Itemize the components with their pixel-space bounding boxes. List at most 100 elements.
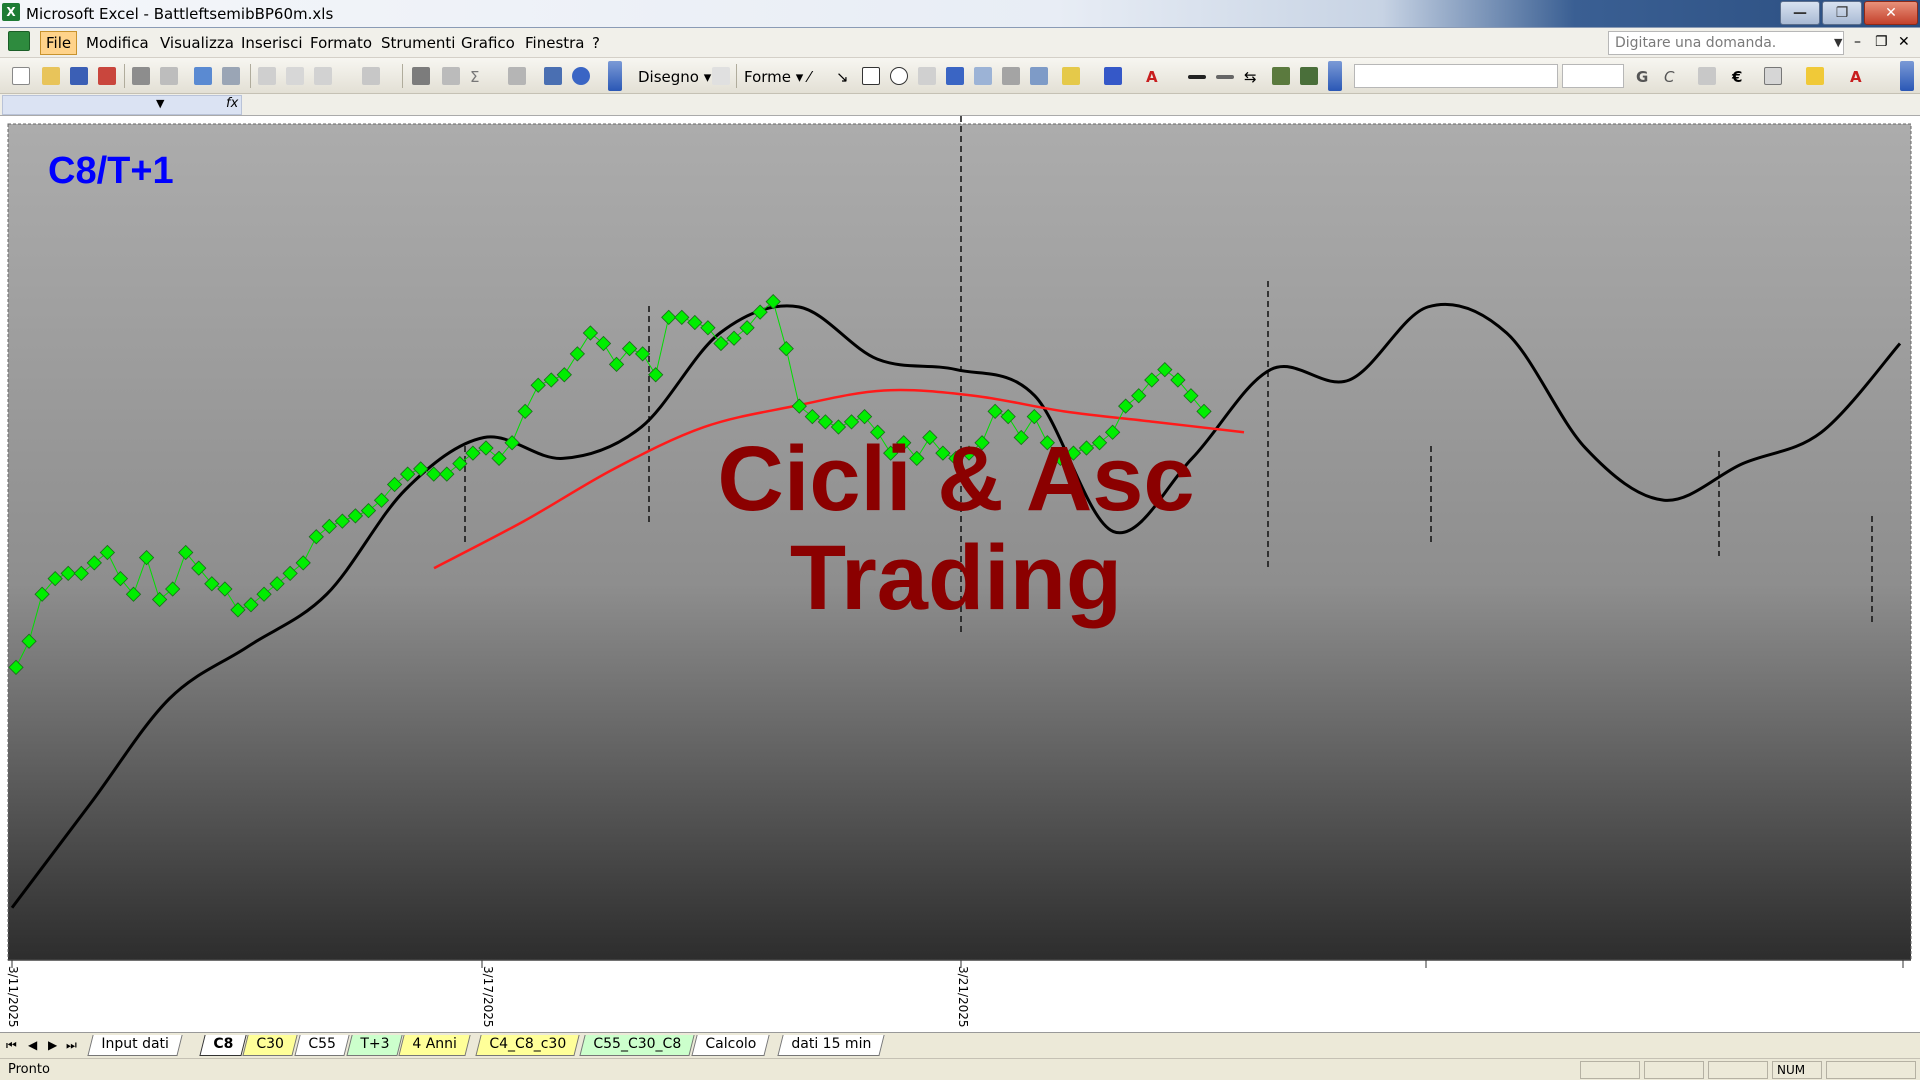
menu-strumenti[interactable]: Strumenti [381,34,455,52]
drawing-options-icon[interactable] [1328,61,1342,91]
doc-minimize-button[interactable]: – [1854,34,1861,50]
last-sheet-icon[interactable]: ⏭ [66,1038,77,1053]
shapes-menu[interactable]: Forme ▾ [744,68,803,86]
spelling-icon[interactable] [194,67,212,85]
rectangle-icon[interactable] [862,67,880,85]
menu-file[interactable]: File [40,31,78,55]
diagram-icon[interactable] [974,67,992,85]
sheet-tab-bar: ⏮ ◀ ▶ ⏭ Input dati C8 C30 C55 T+3 4 Anni C4_C8… [0,1032,1920,1058]
print-preview-icon[interactable] [160,67,178,85]
menu-finestra[interactable]: Finestra [525,34,585,52]
sheet-tab[interactable]: Input dati [87,1035,183,1056]
save-icon[interactable] [70,67,88,85]
hyperlink-icon[interactable] [412,67,430,85]
select-objects-icon[interactable] [712,67,730,85]
fill-color-icon[interactable] [1062,67,1080,85]
textbox-icon[interactable] [918,67,936,85]
permission-icon[interactable] [98,67,116,85]
menu-formato[interactable]: Formato [310,34,372,52]
new-icon[interactable] [12,67,30,85]
close-button[interactable]: ✕ [1864,1,1918,25]
sheet-tab[interactable]: C4_C8_c30 [475,1035,580,1056]
undo-icon[interactable] [362,67,380,85]
print-icon[interactable] [132,67,150,85]
3d-style-icon[interactable] [1300,67,1318,85]
oval-icon[interactable] [890,67,908,85]
help-dropdown-icon[interactable]: ▼ [1834,36,1842,49]
line-style-icon[interactable] [1188,75,1206,79]
euro-icon[interactable]: € [1732,68,1742,86]
workbook-icon[interactable] [8,31,30,51]
menu-grafico[interactable]: Grafico [461,34,515,52]
align-center-icon[interactable] [1698,67,1716,85]
doc-close-button[interactable]: ✕ [1898,34,1910,50]
help-search-input[interactable]: Digitare una domanda. [1608,31,1844,55]
arrow-style-icon[interactable]: ⇆ [1244,68,1257,86]
research-icon[interactable] [222,67,240,85]
picture-icon[interactable] [1030,67,1048,85]
shadow-icon[interactable] [1272,67,1290,85]
line-icon[interactable]: ⁄ [808,68,811,86]
copy-icon[interactable] [286,67,304,85]
minimize-button[interactable]: — [1780,1,1820,25]
bold-icon[interactable]: G [1636,68,1648,86]
menu-bar: File Modifica Visualizza Inserisci Forma… [0,28,1920,58]
arrow-icon[interactable]: ↘ [836,68,849,86]
formatting-options-icon[interactable] [1900,61,1914,91]
name-box[interactable] [2,95,242,115]
window-title: Microsoft Excel - BattleftsemibBP60m.xls [26,5,334,23]
font-color-icon[interactable]: A [1146,68,1158,86]
shapes-label: Forme [744,68,792,86]
sheet-tab[interactable]: Calcolo [690,1035,770,1056]
num-lock-indicator: NUM [1772,1061,1822,1079]
help-icon[interactable] [572,67,590,85]
font-name-combo[interactable] [1354,64,1558,88]
excel-icon[interactable]: X [2,3,20,21]
text-color-icon[interactable]: A [1850,68,1862,86]
paste-icon[interactable] [314,67,332,85]
toolbar-options-icon[interactable] [608,61,622,91]
sheet-tab[interactable]: T+3 [346,1035,403,1056]
sheet-tab[interactable]: C8 [199,1035,247,1056]
line-color-icon[interactable] [1104,67,1122,85]
cell-fill-icon[interactable] [1806,67,1824,85]
x-tick-label-1: 3/11/2025 [6,966,20,1028]
doc-restore-button[interactable]: ❐ [1875,34,1888,50]
draw-menu[interactable]: Disegno ▾ [638,68,711,86]
sheet-tab[interactable]: 4 Anni [397,1035,470,1056]
toolbar: Σ Disegno ▾ Forme ▾ ⁄ ↘ A ⇆ G C € A [0,58,1920,94]
sheet-tab[interactable]: C55 [294,1035,350,1056]
watermark-line-2: Trading [789,527,1123,629]
status-bar: Pronto NUM [0,1058,1920,1080]
font-size-combo[interactable] [1562,64,1624,88]
chart-wizard-icon[interactable] [442,67,460,85]
dash-style-icon[interactable] [1216,75,1234,79]
italic-icon[interactable]: C [1664,68,1674,86]
namebox-dropdown-icon[interactable]: ▼ [156,97,164,110]
clipart-icon[interactable] [1002,67,1020,85]
menu-inserisci[interactable]: Inserisci [241,34,303,52]
menu-modifica[interactable]: Modifica [86,34,149,52]
chart-icon[interactable] [544,67,562,85]
sheet-tab-label: dati 15 min [791,1036,872,1052]
fx-icon[interactable]: fx [226,96,238,111]
sheet-tab-label: C30 [256,1036,285,1052]
sort-icon[interactable] [508,67,526,85]
borders-icon[interactable] [1764,67,1782,85]
sheet-tab[interactable]: dati 15 min [777,1035,885,1056]
autosum-icon[interactable]: Σ [470,68,479,86]
open-icon[interactable] [42,67,60,85]
wordart-icon[interactable] [946,67,964,85]
first-sheet-icon[interactable]: ⏮ [6,1038,17,1053]
maximize-button[interactable]: ❐ [1822,1,1862,25]
menu-help[interactable]: ? [592,34,600,52]
status-text: Pronto [8,1062,50,1077]
sheet-tab[interactable]: C55_C30_C8 [578,1035,695,1056]
sheet-tab-label: C8 [213,1036,234,1052]
menu-visualizza[interactable]: Visualizza [160,34,234,52]
next-sheet-icon[interactable]: ▶ [48,1038,57,1052]
sheet-tab[interactable]: C30 [242,1035,298,1056]
cut-icon[interactable] [258,67,276,85]
title-bar: X Microsoft Excel - BattleftsemibBP60m.x… [0,0,1920,28]
prev-sheet-icon[interactable]: ◀ [28,1038,37,1052]
